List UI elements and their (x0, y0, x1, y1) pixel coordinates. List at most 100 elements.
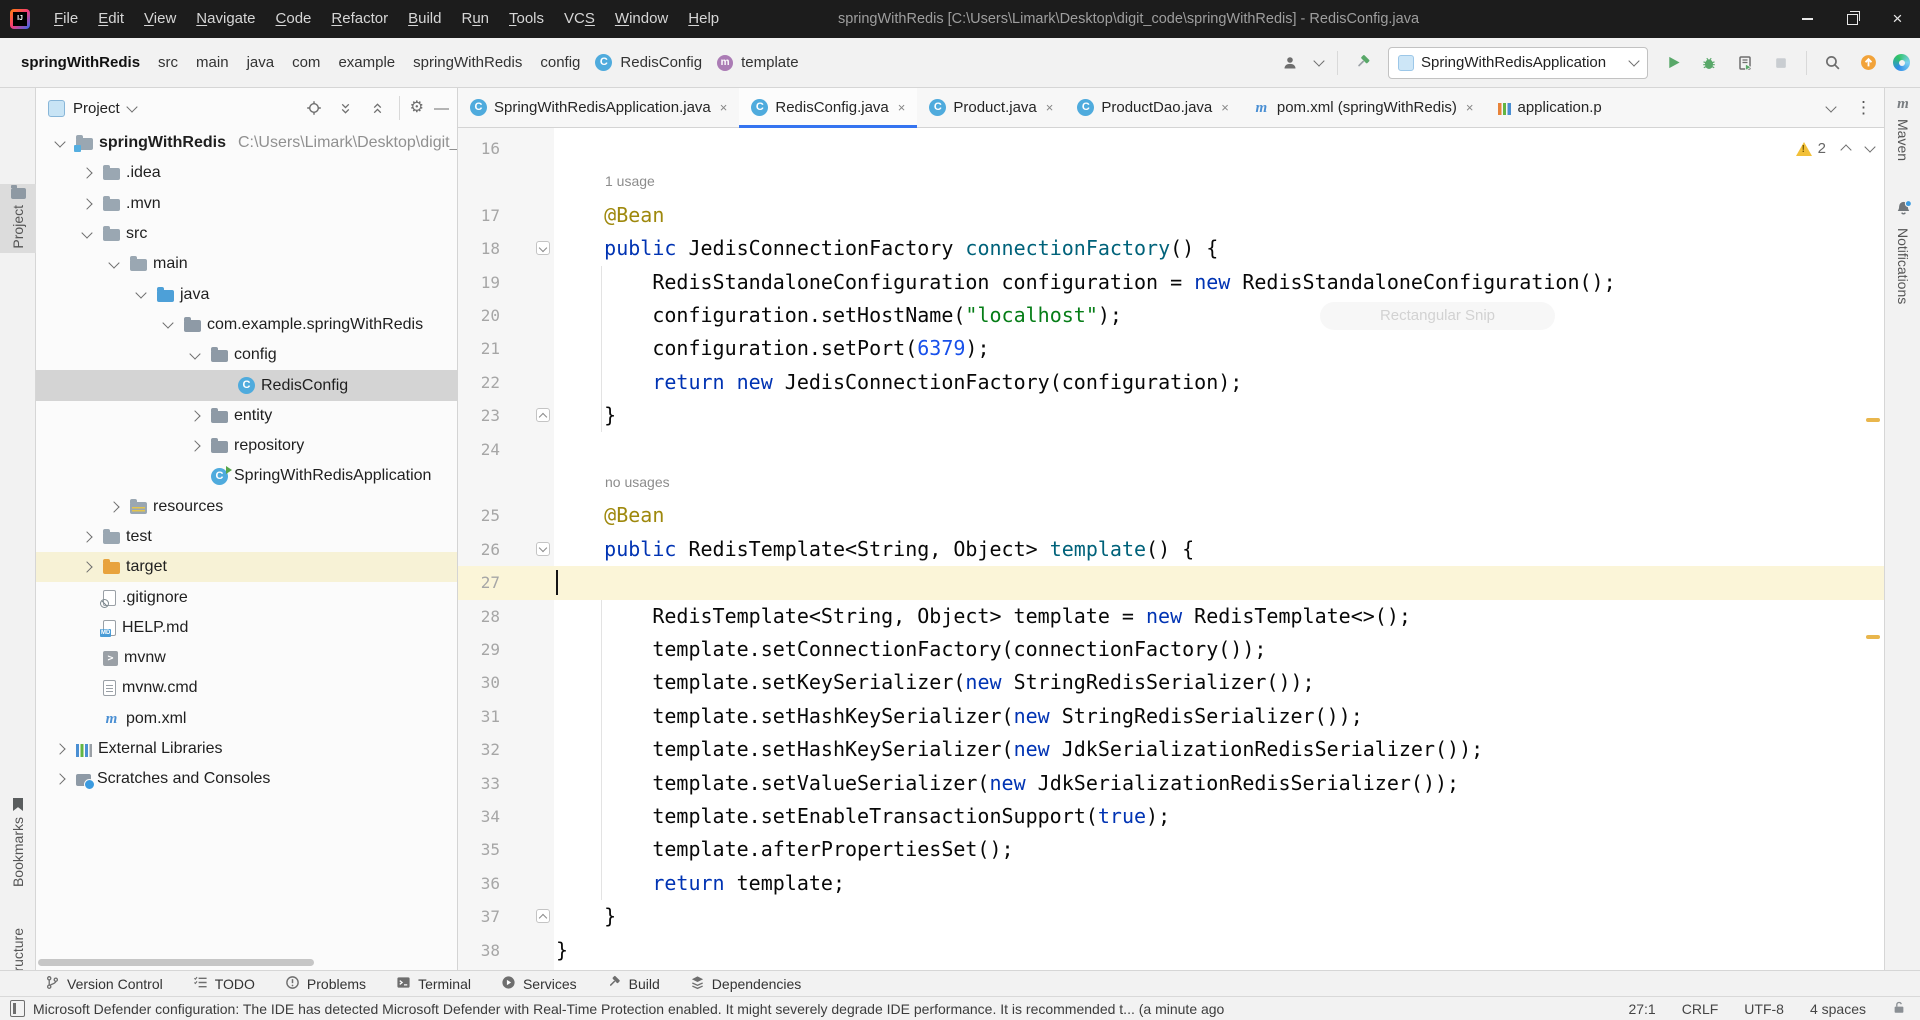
tree-item-pom-xml[interactable]: pom.xml (36, 704, 457, 734)
tree-item-mvnw-cmd[interactable]: mvnw.cmd (36, 673, 457, 703)
code-line-33[interactable]: 33 template.setValueSerializer(new JdkSe… (458, 767, 1884, 800)
tree-item-main[interactable]: main (36, 249, 457, 279)
code-line-28[interactable]: 28 RedisTemplate<String, Object> templat… (458, 600, 1884, 633)
tree-chevron-icon[interactable] (158, 322, 178, 327)
collapse-all-icon[interactable] (367, 97, 389, 119)
tree-item-resources[interactable]: resources (36, 492, 457, 522)
breadcrumb-redisconfig[interactable]: RedisConfig (617, 52, 705, 73)
tree-item-test[interactable]: test (36, 522, 457, 552)
tree-chevron-icon[interactable] (185, 412, 205, 420)
bottom-tool-services[interactable]: Services (501, 975, 577, 993)
fold-marker-icon[interactable] (536, 542, 550, 556)
tree-item-src[interactable]: src (36, 219, 457, 249)
menu-navigate[interactable]: Navigate (186, 0, 265, 38)
menu-tools[interactable]: Tools (499, 0, 554, 38)
tree-chevron-icon[interactable] (185, 442, 205, 450)
tree-item-repository[interactable]: repository (36, 431, 457, 461)
tree-chevron-icon[interactable] (77, 232, 97, 237)
bottom-tool-dependencies[interactable]: Dependencies (690, 975, 802, 993)
breadcrumb-config[interactable]: config (537, 52, 583, 73)
run-with-coverage-button[interactable] (1734, 52, 1756, 74)
tree-item-help-md[interactable]: HELP.md (36, 613, 457, 643)
menu-file[interactable]: File (44, 0, 88, 38)
inlay-row[interactable]: no usages (458, 466, 1884, 499)
code-line-16[interactable]: 16 (458, 132, 1884, 165)
run-configuration-select[interactable]: SpringWithRedisApplication (1388, 47, 1648, 79)
tree-item-springwithredisapplication[interactable]: SpringWithRedisApplication (36, 461, 457, 491)
menu-window[interactable]: Window (605, 0, 678, 38)
tool-stripe-project[interactable]: Project (0, 184, 36, 253)
tree-chevron-icon[interactable] (50, 775, 70, 783)
user-dropdown-chevron-icon[interactable] (1313, 55, 1324, 66)
menu-refactor[interactable]: Refactor (321, 0, 398, 38)
status-message[interactable]: Microsoft Defender configuration: The ID… (33, 1001, 1628, 1017)
code-line-20[interactable]: 20 configuration.setHostName("localhost"… (458, 299, 1884, 332)
breadcrumb-springwithredis[interactable]: springWithRedis (18, 52, 143, 73)
tree-item-springwithredis[interactable]: springWithRedisC:\Users\Limark\Desktop\d… (36, 128, 457, 158)
tab-pom-xml-springwithredis[interactable]: pom.xml (springWithRedis) (1241, 88, 1486, 127)
code-line-29[interactable]: 29 template.setConnectionFactory(connect… (458, 633, 1884, 666)
tree-chevron-icon[interactable] (131, 292, 151, 297)
search-everywhere-icon[interactable] (1821, 52, 1843, 74)
run-button[interactable] (1662, 52, 1684, 74)
breadcrumb-springwithredis[interactable]: springWithRedis (410, 52, 525, 73)
close-button[interactable]: × (1875, 0, 1920, 38)
breadcrumb-main[interactable]: main (193, 52, 232, 73)
menu-help[interactable]: Help (678, 0, 729, 38)
tree-item-gitignore[interactable]: .gitignore (36, 582, 457, 612)
hidden-tabs-chevron-icon[interactable] (1825, 101, 1836, 112)
tree-item-mvn[interactable]: .mvn (36, 189, 457, 219)
expand-all-icon[interactable] (335, 97, 357, 119)
code-line-21[interactable]: 21 configuration.setPort(6379); (458, 332, 1884, 365)
tree-chevron-icon[interactable] (50, 141, 70, 146)
next-problem-icon[interactable] (1864, 141, 1875, 152)
close-icon[interactable] (1464, 100, 1474, 115)
hide-panel-icon[interactable]: — (434, 100, 449, 117)
tree-item-com-example-springwithredis[interactable]: com.example.springWithRedis (36, 310, 457, 340)
menu-vcs[interactable]: VCS (554, 0, 605, 38)
warning-stripe-mark[interactable] (1866, 635, 1880, 639)
code-line-35[interactable]: 35 template.afterPropertiesSet(); (458, 833, 1884, 866)
code-line-32[interactable]: 32 template.setHashKeySerializer(new Jdk… (458, 733, 1884, 766)
breadcrumb-example[interactable]: example (335, 52, 398, 73)
inspections-widget[interactable]: 2 (1796, 140, 1874, 157)
menu-view[interactable]: View (134, 0, 186, 38)
tool-stripe-notifications[interactable]: Notifications (1885, 200, 1920, 304)
profiler-icon[interactable] (1893, 54, 1910, 71)
status-crlf[interactable]: CRLF (1682, 1001, 1719, 1017)
code-line-18[interactable]: 18 public JedisConnectionFactory connect… (458, 232, 1884, 265)
project-view-selector[interactable]: Project (73, 100, 120, 117)
close-icon[interactable] (1219, 100, 1229, 115)
breadcrumb-com[interactable]: com (289, 52, 323, 73)
code-line-34[interactable]: 34 template.setEnableTransactionSupport(… (458, 800, 1884, 833)
code-line-26[interactable]: 26 public RedisTemplate<String, Object> … (458, 533, 1884, 566)
tool-stripe-bookmarks[interactable]: Bookmarks (0, 798, 36, 887)
tree-item-target[interactable]: target (36, 552, 457, 582)
previous-problem-icon[interactable] (1840, 144, 1851, 155)
bottom-tool-problems[interactable]: Problems (285, 975, 366, 993)
tree-item-java[interactable]: java (36, 279, 457, 309)
tree-item-mvnw[interactable]: mvnw (36, 643, 457, 673)
code-line-38[interactable]: 38} (458, 934, 1884, 967)
fold-marker-icon[interactable] (536, 408, 550, 422)
tree-item-entity[interactable]: entity (36, 401, 457, 431)
tree-chevron-icon[interactable] (77, 533, 97, 541)
minimize-button[interactable] (1785, 0, 1830, 38)
breadcrumb-src[interactable]: src (155, 52, 181, 73)
tree-chevron-icon[interactable] (50, 745, 70, 753)
code-line-24[interactable]: 24 (458, 433, 1884, 466)
menu-edit[interactable]: Edit (88, 0, 134, 38)
warning-stripe-mark[interactable] (1866, 418, 1880, 422)
tab-redisconfig-java[interactable]: RedisConfig.java (739, 88, 917, 127)
code-line-31[interactable]: 31 template.setHashKeySerializer(new Str… (458, 700, 1884, 733)
tree-item-scratches-and-consoles[interactable]: Scratches and Consoles (36, 764, 457, 794)
more-options-icon[interactable]: ⋮ (1855, 98, 1872, 118)
tree-chevron-icon[interactable] (77, 169, 97, 177)
bottom-tool-terminal[interactable]: Terminal (396, 975, 471, 993)
tree-item-redisconfig[interactable]: RedisConfig (36, 370, 457, 400)
restore-button[interactable] (1830, 0, 1875, 38)
tree-chevron-icon[interactable] (77, 563, 97, 571)
close-icon[interactable] (896, 100, 906, 115)
select-opened-file-icon[interactable] (303, 97, 325, 119)
bottom-tool-todo[interactable]: TODO (193, 975, 255, 993)
